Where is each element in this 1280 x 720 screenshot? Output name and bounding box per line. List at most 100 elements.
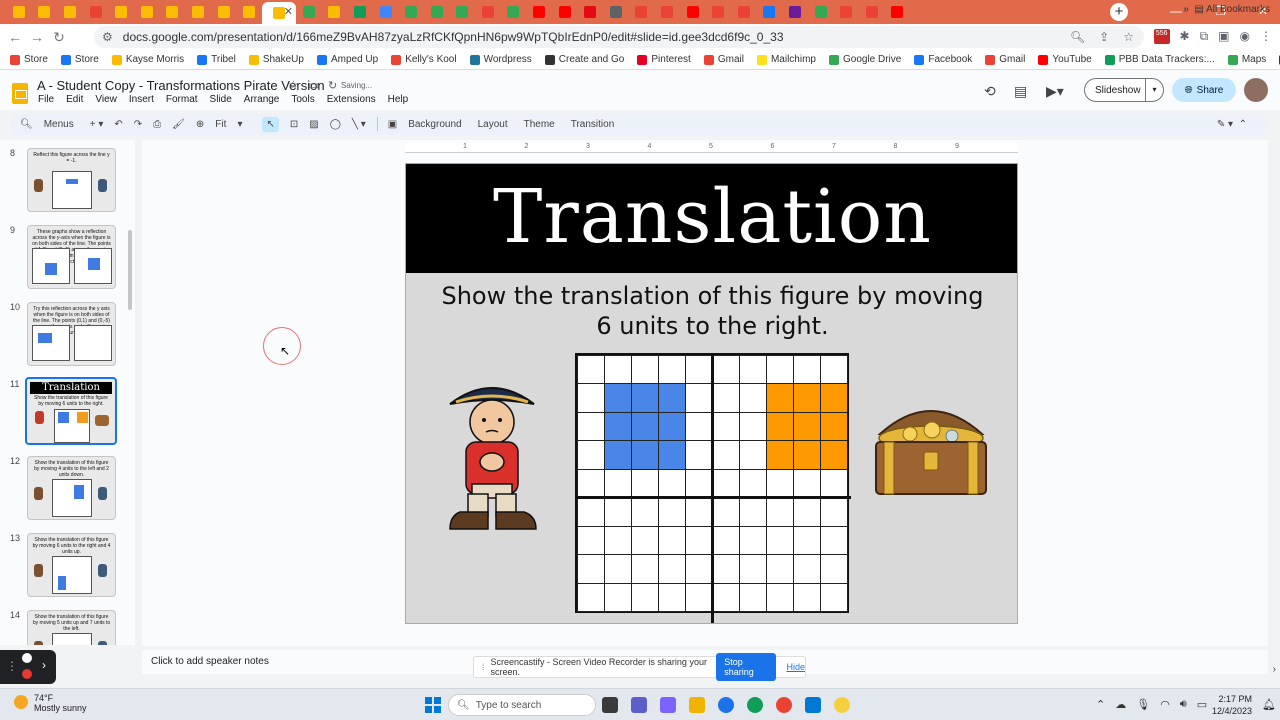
notifications-bell-icon[interactable]: 🔔︎ — [1262, 698, 1276, 711]
drag-handle-icon[interactable]: ⁞ — [482, 662, 485, 672]
bookmark-star-icon[interactable]: ☆ — [1123, 30, 1134, 44]
side-panel-toggle-icon[interactable]: › — [1273, 664, 1276, 675]
url-text[interactable]: docs.google.com/presentation/d/166meZ9Bv… — [123, 30, 784, 44]
menu-slide[interactable]: Slide — [210, 94, 232, 105]
browser-tab[interactable] — [731, 2, 757, 22]
filmstrip-slide-12[interactable]: 12 Show the translation of this figure by… — [0, 452, 135, 522]
new-slide-icon[interactable]: + ▾ — [90, 119, 104, 130]
bookmark-item[interactable]: Store — [10, 54, 48, 65]
browser-tab[interactable] — [782, 2, 808, 22]
zoom-select[interactable]: Fit ▾ — [215, 119, 242, 130]
bookmark-label[interactable]: Amped Up — [331, 54, 378, 65]
layout-button[interactable]: Layout — [478, 119, 508, 130]
filmstrip-slide-9[interactable]: 9 These graphs show a reflection across t… — [0, 221, 135, 291]
share-page-icon[interactable]: ⇪ — [1099, 30, 1109, 44]
pause-recording-icon[interactable] — [22, 653, 32, 663]
browser-tab[interactable] — [654, 2, 680, 22]
text-box-icon[interactable]: ⊡ — [290, 119, 298, 130]
reload-icon[interactable]: ↻ — [48, 29, 70, 46]
add-comment-icon[interactable]: ▣ — [388, 119, 397, 130]
forward-arrow-icon[interactable]: → — [26, 29, 48, 45]
profile-icon[interactable]: ◉ — [1240, 29, 1250, 44]
stop-sharing-button[interactable]: Stop sharing — [716, 653, 777, 681]
filmstrip-slide-14[interactable]: 14 Show the translation of this figure by… — [0, 606, 135, 645]
stop-recording-icon[interactable] — [22, 669, 32, 679]
bookmark-item[interactable]: Create and Go — [544, 54, 624, 65]
volume-icon[interactable]: 🔊︎ — [1180, 698, 1187, 711]
menu-edit[interactable]: Edit — [66, 94, 83, 105]
browser-tab[interactable] — [705, 2, 731, 22]
menu-insert[interactable]: Insert — [129, 94, 154, 105]
file-explorer-icon[interactable] — [689, 697, 705, 713]
browser-tab[interactable] — [57, 2, 83, 22]
slide-11[interactable]: Translation Show the translation of this… — [405, 163, 1018, 624]
bookmark-label[interactable]: Mailchimp — [771, 54, 816, 65]
all-bookmarks-link[interactable]: » ▤ All Bookmarks — [1183, 4, 1270, 15]
google-slides-logo-icon[interactable] — [12, 83, 28, 104]
shape-icon[interactable]: ◯ — [330, 119, 341, 130]
browser-tab[interactable] — [398, 2, 424, 22]
store-icon[interactable] — [805, 697, 821, 713]
bookmark-label[interactable]: Gmail — [718, 54, 744, 65]
slideshow-button[interactable]: Slideshow ▾ — [1084, 78, 1164, 102]
drag-handle-icon[interactable]: ⋮ — [6, 659, 18, 673]
browser-tab[interactable] — [322, 2, 348, 22]
browser-tab[interactable] — [108, 2, 134, 22]
star-icon[interactable]: ☆ — [288, 78, 299, 92]
bookmark-item[interactable]: Wordpress — [469, 54, 532, 65]
background-button[interactable]: Background — [408, 119, 461, 130]
pirate-boy-image[interactable] — [442, 374, 542, 534]
print-icon[interactable]: ⎙ — [153, 119, 161, 130]
zoom-search-icon[interactable]: 🔍︎ — [1070, 30, 1085, 44]
filmstrip-slide-10[interactable]: 10 Try this reflection across the y axis … — [0, 298, 135, 368]
show-hidden-icons-icon[interactable]: ⌃ — [1096, 698, 1105, 711]
bookmark-item[interactable]: Gmail — [985, 54, 1025, 65]
menu-tools[interactable]: Tools — [291, 94, 314, 105]
browser-tab[interactable] — [629, 2, 655, 22]
transition-button[interactable]: Transition — [571, 119, 615, 130]
bookmark-item[interactable]: Amped Up — [316, 54, 378, 65]
browser-tab[interactable] — [603, 2, 629, 22]
menus-search-icon[interactable]: 🔍︎ — [20, 119, 33, 130]
wifi-icon[interactable]: ◠ — [1160, 698, 1170, 711]
bookmark-label[interactable]: Pinterest — [651, 54, 690, 65]
taskbar-search-box[interactable]: 🔍︎ Type to search — [448, 694, 596, 716]
menu-help[interactable]: Help — [388, 94, 409, 105]
browser-tab[interactable] — [859, 2, 885, 22]
taskbar-clock[interactable]: 2:17 PM 12/4/2023 — [1212, 693, 1252, 717]
browser-tab[interactable] — [347, 2, 373, 22]
battery-icon[interactable]: ▭ — [1197, 698, 1207, 711]
bookmark-label[interactable]: Kelly's Kool — [405, 54, 456, 65]
chat-icon[interactable] — [631, 697, 647, 713]
bookmark-label[interactable]: Maps — [1242, 54, 1266, 65]
close-tab-icon[interactable]: ✕ — [284, 5, 293, 18]
bookmark-item[interactable]: Google Drive — [828, 54, 901, 65]
slide-thumbnail[interactable]: These graphs show a reflection across th… — [27, 225, 116, 289]
bookmark-label[interactable]: YouTube — [1052, 54, 1091, 65]
browser-tab[interactable] — [160, 2, 186, 22]
browser-tab[interactable] — [885, 2, 911, 22]
browser-tab[interactable] — [833, 2, 859, 22]
browser-tab[interactable] — [6, 2, 32, 22]
bookmark-label[interactable]: PBB Data Trackers:... — [1119, 54, 1215, 65]
bookmark-item[interactable]: YouTube — [1038, 54, 1092, 65]
bookmark-item[interactable]: Kelly's Kool — [391, 54, 457, 65]
expand-arrow-icon[interactable]: › — [42, 658, 46, 672]
browser-menu-icon[interactable]: ⋮ — [1260, 29, 1272, 44]
weather-widget[interactable]: 74°F Mostly sunny — [14, 693, 87, 713]
account-avatar[interactable] — [1244, 78, 1268, 102]
menu-format[interactable]: Format — [166, 94, 198, 105]
browser-tab[interactable] — [501, 2, 527, 22]
help-icon[interactable] — [718, 697, 734, 713]
edge-icon[interactable] — [747, 697, 763, 713]
menu-file[interactable]: File — [38, 94, 54, 105]
browser-tab[interactable] — [211, 2, 237, 22]
new-tab-button[interactable]: + — [1110, 3, 1128, 21]
image-icon[interactable]: ▨ — [309, 119, 318, 130]
browser-tab[interactable] — [373, 2, 399, 22]
zoom-icon[interactable]: ⊕ — [196, 119, 204, 130]
slideshow-dropdown-icon[interactable]: ▾ — [1145, 79, 1163, 101]
share-button[interactable]: 🌐︎ Share — [1172, 78, 1236, 102]
bookmark-label[interactable]: Tribel — [211, 54, 236, 65]
extensions-puzzle-icon[interactable]: ✱ — [1180, 29, 1190, 44]
